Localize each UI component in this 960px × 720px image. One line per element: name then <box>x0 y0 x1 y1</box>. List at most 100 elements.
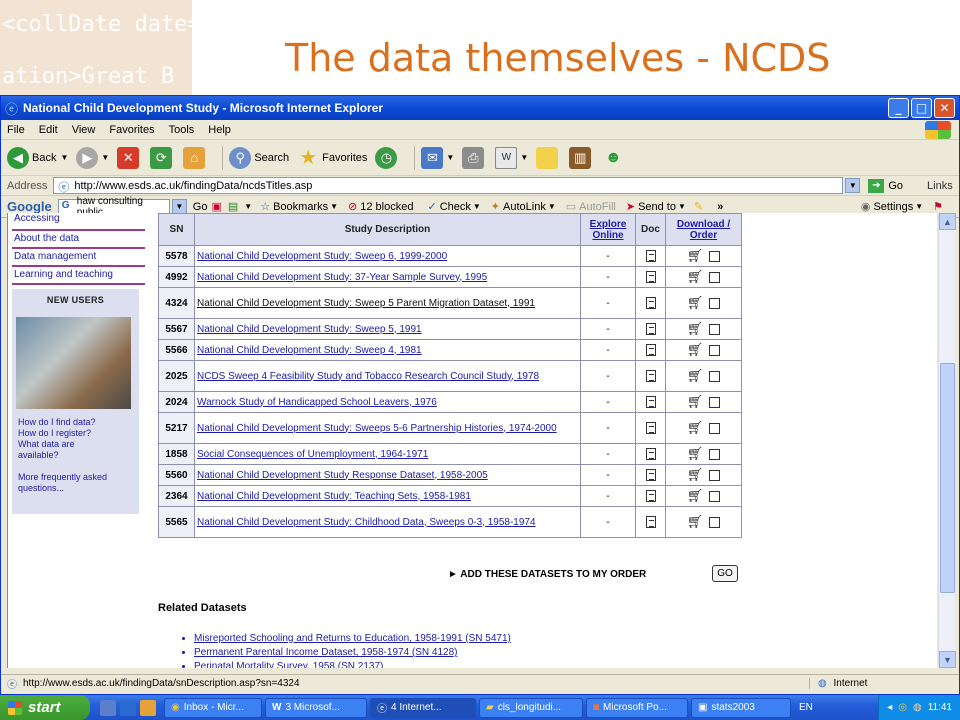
shopping-basket-icon[interactable]: 🛒︎ <box>687 321 704 337</box>
document-icon[interactable] <box>645 469 656 481</box>
document-icon[interactable] <box>645 323 656 335</box>
order-checkbox[interactable] <box>709 344 721 356</box>
history-button[interactable]: ◷ <box>375 146 400 169</box>
bookmarks-button[interactable]: Bookmarks <box>273 201 328 213</box>
row-study-link[interactable]: National Child Development Study: Teachi… <box>194 485 581 507</box>
task-powerpoint[interactable]: ◙ Microsoft Po... <box>586 697 688 718</box>
edit-button[interactable]: W ▼ <box>495 146 528 169</box>
nav-data-management[interactable]: Data management <box>12 249 145 267</box>
scroll-thumb[interactable] <box>940 363 955 593</box>
row-doc[interactable] <box>635 339 666 361</box>
faq-find-data[interactable]: How do I find data? <box>18 417 136 428</box>
order-checkbox[interactable] <box>709 370 721 382</box>
row-study-link[interactable]: Warnock Study of Handicapped School Leav… <box>194 391 581 413</box>
row-doc[interactable] <box>635 506 666 538</box>
shopping-basket-icon[interactable]: 🛒︎ <box>687 269 704 285</box>
faq-data-available[interactable]: What data are available? <box>18 439 108 461</box>
menu-edit[interactable]: Edit <box>39 124 58 136</box>
research-button[interactable]: ▥ <box>569 146 594 169</box>
nav-learning-and-teaching[interactable]: Learning and teaching <box>12 267 145 285</box>
row-study-link[interactable]: National Child Development Study: Childh… <box>194 506 581 538</box>
stop-button[interactable]: ✕ <box>117 146 142 169</box>
document-icon[interactable] <box>645 297 656 309</box>
shopping-basket-icon[interactable]: 🛒︎ <box>687 514 704 530</box>
language-indicator[interactable]: EN <box>799 702 813 713</box>
scroll-up-icon[interactable]: ▲ <box>939 213 956 230</box>
row-doc[interactable] <box>635 287 666 319</box>
menu-favorites[interactable]: Favorites <box>109 124 154 136</box>
task-internet-explorer[interactable]: ⓔ 4 Internet... <box>370 697 476 718</box>
google-news-icon[interactable]: ▣ <box>211 200 221 213</box>
document-icon[interactable] <box>645 516 656 528</box>
nav-about-the-data[interactable]: About the data <box>12 231 145 249</box>
faq-more-questions[interactable]: More frequently asked questions... <box>18 472 123 494</box>
start-button[interactable]: start <box>0 695 90 720</box>
download-order-link[interactable]: Download / Order <box>677 219 730 241</box>
document-icon[interactable] <box>645 370 656 382</box>
row-doc[interactable] <box>635 245 666 267</box>
scroll-down-icon[interactable]: ▼ <box>939 651 956 668</box>
task-stats2003[interactable]: ▣ stats2003 <box>691 697 791 718</box>
document-icon[interactable] <box>645 271 656 283</box>
explore-online-link[interactable]: Explore Online <box>590 219 627 241</box>
row-study-link[interactable]: National Child Development Study: 37-Yea… <box>194 266 581 288</box>
maximize-button[interactable]: □ <box>911 98 932 118</box>
shopping-basket-icon[interactable]: 🛒︎ <box>687 394 704 410</box>
settings-button[interactable]: Settings <box>873 201 913 213</box>
show-desktop-icon[interactable] <box>100 699 116 716</box>
refresh-button[interactable]: ⟳ <box>150 146 175 169</box>
google-help-icon[interactable]: ⚑ <box>933 200 943 213</box>
document-icon[interactable] <box>645 490 656 502</box>
popup-blocked-count[interactable]: 12 blocked <box>360 201 413 213</box>
row-doc[interactable] <box>635 464 666 486</box>
order-checkbox[interactable] <box>709 250 721 262</box>
menu-help[interactable]: Help <box>208 124 231 136</box>
google-go-button[interactable]: Go <box>193 201 208 213</box>
google-dropdown-button[interactable]: ▼ <box>171 199 187 214</box>
sendto-button[interactable]: Send to <box>638 201 676 213</box>
faq-register[interactable]: How do I register? <box>18 428 136 439</box>
shopping-basket-icon[interactable]: 🛒︎ <box>687 446 704 462</box>
autolink-button[interactable]: AutoLink <box>503 201 546 213</box>
task-word[interactable]: W3 Microsof... <box>265 697 367 718</box>
shopping-basket-icon[interactable]: 🛒︎ <box>687 368 704 384</box>
document-icon[interactable] <box>645 396 656 408</box>
row-doc[interactable] <box>635 318 666 340</box>
menu-tools[interactable]: Tools <box>169 124 195 136</box>
row-study-link[interactable]: National Child Development Study: Sweep … <box>194 318 581 340</box>
order-checkbox[interactable] <box>709 469 721 481</box>
document-icon[interactable] <box>645 250 656 262</box>
favorites-button[interactable]: ★ Favorites <box>297 147 367 169</box>
row-doc[interactable] <box>635 412 666 444</box>
highlight-icon[interactable]: ✎ <box>694 200 703 213</box>
shopping-basket-icon[interactable]: 🛒︎ <box>687 467 704 483</box>
tray-app-icon[interactable]: ◍ <box>913 702 922 713</box>
quicklaunch-outlook-icon[interactable] <box>140 699 156 716</box>
order-checkbox[interactable] <box>709 422 721 434</box>
vertical-scrollbar[interactable]: ▲ ▼ <box>938 213 956 668</box>
row-study-link[interactable]: National Child Development Study: Sweep … <box>194 287 581 319</box>
google-pagerank-icon[interactable]: ▤ <box>228 200 238 213</box>
row-study-link[interactable]: National Child Development Study: Sweep … <box>194 339 581 361</box>
shopping-basket-icon[interactable]: 🛒︎ <box>687 488 704 504</box>
discuss-button[interactable] <box>536 146 561 169</box>
row-study-link[interactable]: Social Consequences of Unemployment, 196… <box>194 443 581 465</box>
order-checkbox[interactable] <box>709 271 721 283</box>
order-checkbox[interactable] <box>709 490 721 502</box>
home-button[interactable]: ⌂ <box>183 146 208 169</box>
shopping-basket-icon[interactable]: 🛒︎ <box>687 248 704 264</box>
row-study-link[interactable]: NCDS Sweep 4 Feasibility Study and Tobac… <box>194 360 581 392</box>
row-study-link[interactable]: National Child Development Study Respons… <box>194 464 581 486</box>
document-icon[interactable] <box>645 448 656 460</box>
menu-file[interactable]: File <box>7 124 25 136</box>
header-explore-online[interactable]: Explore Online <box>580 213 636 246</box>
document-icon[interactable] <box>645 344 656 356</box>
header-download-order[interactable]: Download / Order <box>665 213 742 246</box>
shopping-basket-icon[interactable]: 🛒︎ <box>687 342 704 358</box>
shopping-basket-icon[interactable]: 🛒︎ <box>687 420 704 436</box>
close-button[interactable]: ✕ <box>934 98 955 118</box>
related-dataset-link[interactable]: Misreported Schooling and Returns to Edu… <box>194 632 511 646</box>
messenger-button[interactable]: ☻ <box>602 147 627 169</box>
order-checkbox[interactable] <box>709 516 721 528</box>
row-study-link[interactable]: National Child Development Study: Sweep … <box>194 245 581 267</box>
